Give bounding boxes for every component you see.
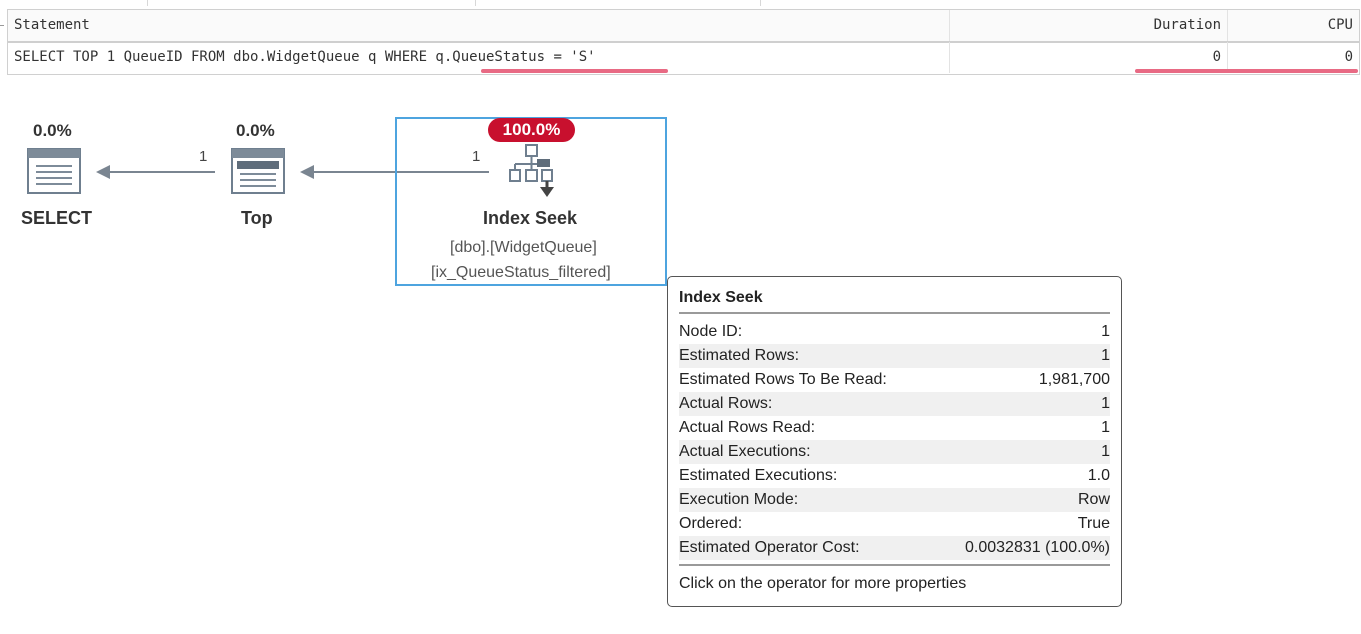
column-header-duration[interactable]: Duration <box>949 10 1227 41</box>
property-value: 1.0 <box>1087 467 1110 484</box>
top-operator-label[interactable]: Top <box>241 208 273 229</box>
tooltip-property-row: Actual Rows: 1 <box>679 392 1110 416</box>
tooltip-property-row: Actual Rows Read: 1 <box>679 416 1110 440</box>
tooltip-property-row: Estimated Rows To Be Read: 1,981,700 <box>679 368 1110 392</box>
property-value: Row <box>1077 491 1110 508</box>
property-value: 1 <box>1101 443 1110 460</box>
seek-index-name: [ix_QueueStatus_filtered] <box>431 264 611 281</box>
seek-table-name: [dbo].[WidgetQueue] <box>450 239 597 256</box>
property-name: Execution Mode: <box>679 491 799 508</box>
property-name: Estimated Operator Cost: <box>679 539 860 556</box>
seek-operator-label[interactable]: Index Seek <box>483 208 577 229</box>
result-table-icon[interactable] <box>27 148 81 198</box>
top-rows-out: 1 <box>199 148 208 165</box>
property-name: Actual Executions: <box>679 443 811 460</box>
index-seek-icon[interactable] <box>507 144 557 204</box>
statement-cell[interactable]: SELECT TOP 1 QueueID FROM dbo.WidgetQueu… <box>8 42 949 73</box>
highlight-underline-metrics <box>1135 69 1358 73</box>
property-name: Node ID: <box>679 323 743 340</box>
property-value: 1 <box>1101 347 1110 364</box>
column-header-statement[interactable]: Statement <box>8 10 949 41</box>
grid-top-divider <box>147 0 148 6</box>
row-marker <box>0 25 4 26</box>
property-name: Actual Rows Read: <box>679 419 816 436</box>
select-cost-percent: 0.0% <box>33 121 72 140</box>
property-name: Ordered: <box>679 515 743 532</box>
flow-arrow-icon <box>96 163 216 185</box>
tooltip-property-row: Estimated Operator Cost: 0.0032831 (100.… <box>679 536 1110 560</box>
property-value: 1 <box>1101 323 1110 340</box>
top-operator-icon[interactable] <box>231 148 285 198</box>
tooltip-property-row: Estimated Executions: 1.0 <box>679 464 1110 488</box>
tooltip-title: Index Seek <box>679 289 763 306</box>
highlight-underline-predicate <box>481 69 668 73</box>
tooltip-property-row: Ordered: True <box>679 512 1110 536</box>
property-value: 0.0032831 (100.0%) <box>965 539 1110 556</box>
grid-top-divider <box>475 0 476 6</box>
tooltip-divider <box>679 564 1110 566</box>
tooltip-property-row: Node ID: 1 <box>679 320 1110 344</box>
property-name: Estimated Rows: <box>679 347 800 364</box>
grid-header-row: Statement Duration CPU <box>8 10 1359 43</box>
property-value: 1 <box>1101 395 1110 412</box>
seek-cost-badge: 100.0% <box>488 118 575 142</box>
property-value: 1 <box>1101 419 1110 436</box>
property-name: Actual Rows: <box>679 395 773 412</box>
property-value: 1,981,700 <box>1038 371 1110 388</box>
tooltip-property-row: Execution Mode: Row <box>679 488 1110 512</box>
tooltip-property-row: Actual Executions: 1 <box>679 440 1110 464</box>
property-value: True <box>1077 515 1110 532</box>
tooltip-footer-hint: Click on the operator for more propertie… <box>679 575 967 592</box>
column-header-cpu[interactable]: CPU <box>1227 10 1359 41</box>
property-name: Estimated Executions: <box>679 467 838 484</box>
tooltip-property-row: Estimated Rows: 1 <box>679 344 1110 368</box>
tooltip-divider <box>679 312 1110 314</box>
select-operator-label[interactable]: SELECT <box>21 208 92 229</box>
property-name: Estimated Rows To Be Read: <box>679 371 887 388</box>
operator-tooltip: Index Seek Node ID: 1 Estimated Rows: 1 … <box>667 276 1122 607</box>
grid-top-divider <box>760 0 761 6</box>
top-cost-percent: 0.0% <box>236 121 275 140</box>
statement-grid: Statement Duration CPU SELECT TOP 1 Queu… <box>7 9 1360 75</box>
